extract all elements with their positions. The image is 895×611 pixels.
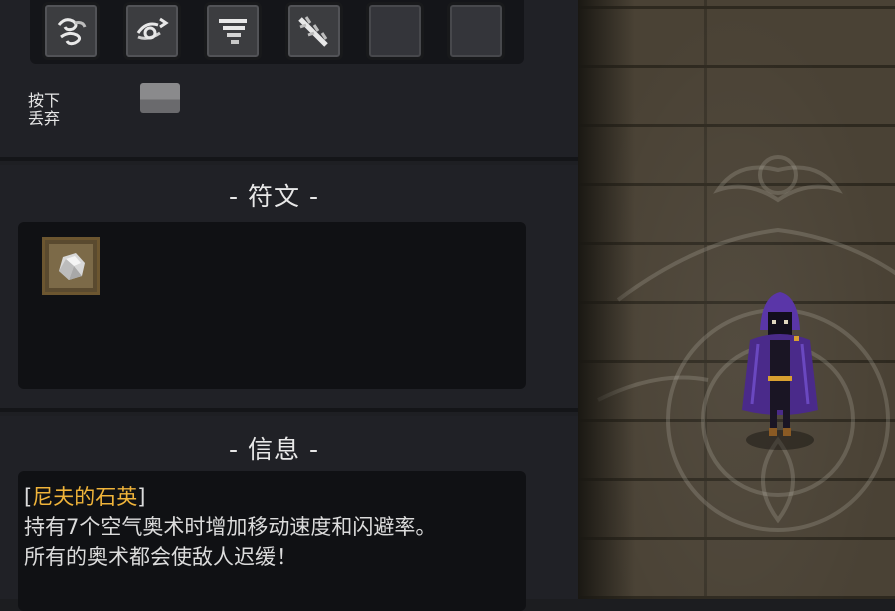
info-title: - 信息 - — [229, 435, 319, 464]
item-name: 尼夫的石英 — [32, 485, 138, 509]
inventory-panel: 按下 丢弃 - 符文 - - 信息 - [尼夫的石英] 持有7个空气奥术时增加移… — [0, 0, 578, 611]
quartz-icon — [59, 253, 85, 280]
bracket-close: ] — [137, 485, 146, 509]
item-name-line: [尼夫的石英] — [24, 482, 544, 512]
drop-hint-line1: 按下 — [28, 91, 61, 110]
drop-key-icon — [140, 83, 180, 113]
game-world — [578, 0, 895, 599]
tornado-icon — [219, 19, 247, 44]
runes-section: - 符文 - — [0, 165, 578, 412]
arcana-slot-4[interactable] — [285, 2, 343, 60]
arcana-slot-3[interactable] — [204, 2, 262, 60]
runes-title: - 符文 - — [229, 182, 319, 211]
arcana-slot-1[interactable] — [42, 2, 100, 60]
info-section: - 信息 - [尼夫的石英] 持有7个空气奥术时增加移动速度和闪避率。 所有的奥… — [0, 416, 578, 611]
air-dash-icon — [136, 17, 169, 40]
item-description-line1: 持有7个空气奥术时增加移动速度和闪避率。 — [24, 515, 437, 539]
world-lighting — [578, 0, 895, 599]
item-description-line2: 所有的奥术都会使敌人迟缓！ — [24, 545, 297, 569]
wizard-player — [742, 292, 818, 450]
wind-blade-icon — [298, 16, 328, 47]
bracket-open: [ — [24, 485, 33, 509]
rune-slot-1[interactable] — [42, 237, 100, 295]
info-text: [尼夫的石英] 持有7个空气奥术时增加移动速度和闪避率。 所有的奥术都会使敌人迟… — [24, 482, 544, 572]
wind-swirl-icon — [57, 18, 87, 46]
arcana-slot-6[interactable] — [447, 2, 505, 60]
arcana-slot-2[interactable] — [123, 2, 181, 60]
arcana-section: 按下 丢弃 — [0, 0, 578, 161]
drop-hint-line2: 丢弃 — [28, 109, 61, 128]
arcana-slot-row — [30, 0, 524, 64]
drop-hint: 按下 丢弃 — [28, 92, 78, 128]
arcana-slot-5[interactable] — [366, 2, 424, 60]
